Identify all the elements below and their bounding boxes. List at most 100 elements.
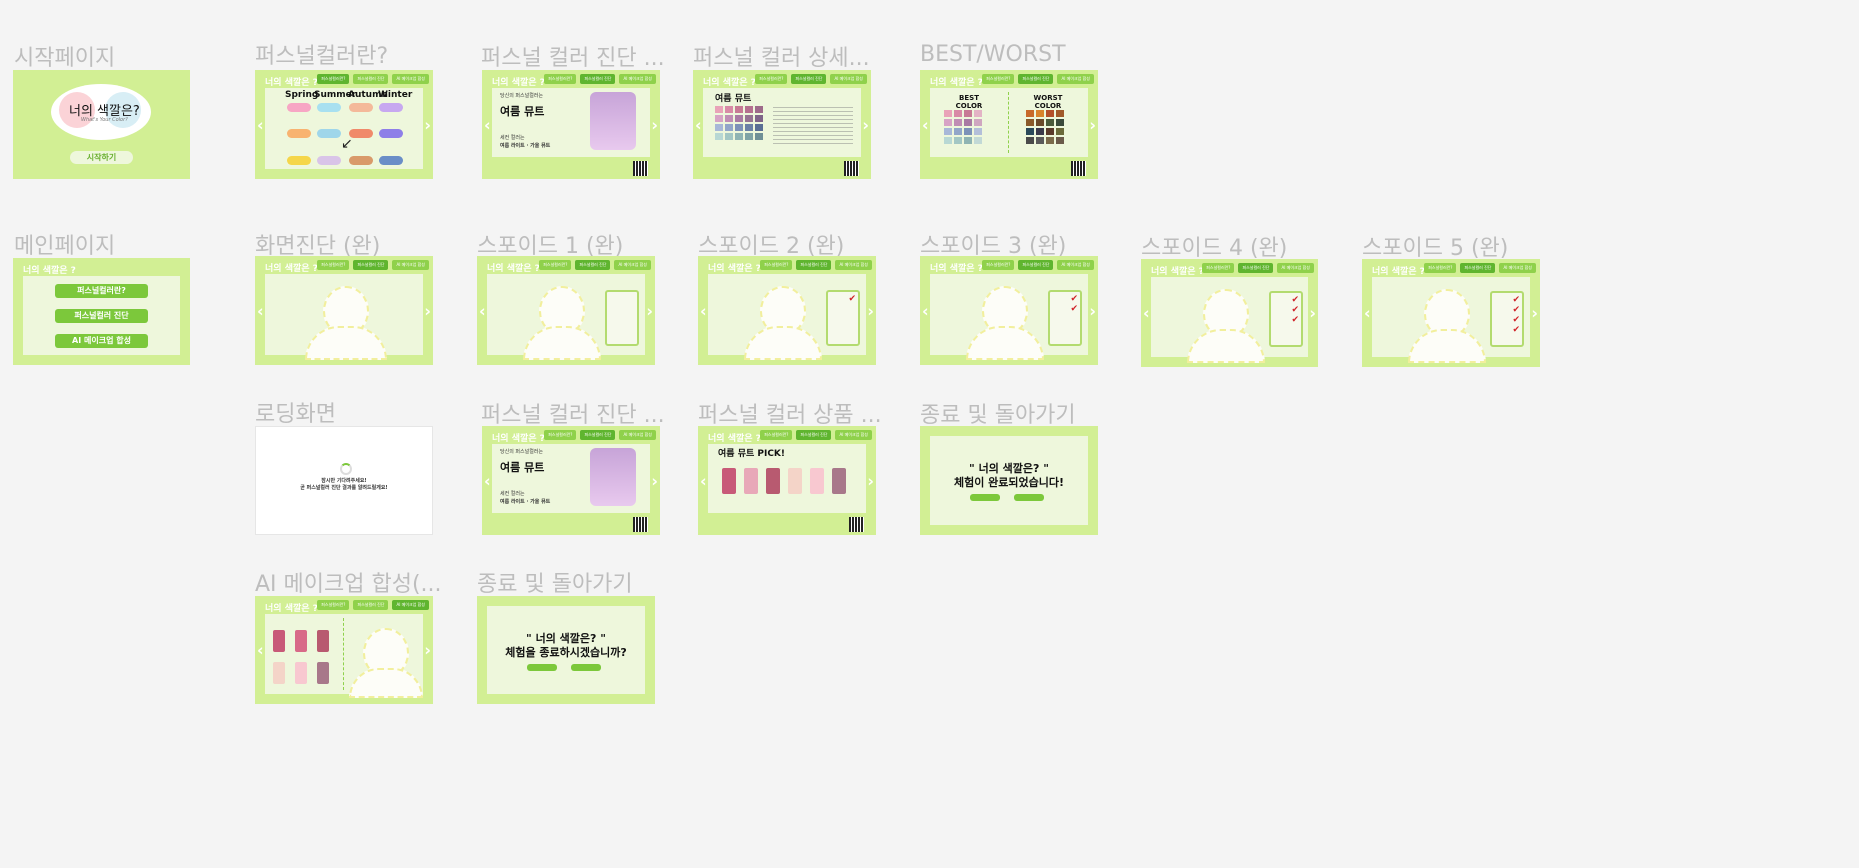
product-item[interactable]: [273, 662, 285, 684]
tab-diag[interactable]: 퍼스널컬러 진단: [796, 260, 832, 270]
product-item[interactable]: [295, 662, 307, 684]
tab-ai[interactable]: AI 메이크업 합성: [1057, 74, 1094, 84]
tab-what[interactable]: 퍼스널컬러란?: [544, 74, 577, 84]
no-button[interactable]: [571, 664, 601, 671]
tab-what[interactable]: 퍼스널컬러란?: [760, 430, 793, 440]
frame-spoid-3[interactable]: 너의 색깔은 ? 퍼스널컬러란? 퍼스널컬러 진단 AI 메이크업 합성 ✔ ✔ ‹ ›: [920, 256, 1098, 365]
next-arrow-icon[interactable]: ›: [424, 115, 431, 134]
tab-ai[interactable]: AI 메이크업 합성: [392, 600, 429, 610]
personal-color-button[interactable]: 퍼스널컬러란?: [55, 284, 148, 298]
product-item[interactable]: [788, 468, 802, 494]
frame-main-page[interactable]: 너의 색깔은 ? 퍼스널컬러란? 퍼스널컬러 진단 AI 메이크업 합성: [13, 258, 190, 365]
tab-what[interactable]: 퍼스널컬러란?: [317, 74, 350, 84]
tab-what[interactable]: 퍼스널컬러란?: [539, 260, 572, 270]
ai-makeup-button[interactable]: AI 메이크업 합성: [55, 334, 148, 348]
tab-diag[interactable]: 퍼스널컬러 진단: [791, 74, 827, 84]
product-item[interactable]: [317, 662, 329, 684]
next-arrow-icon[interactable]: ›: [646, 301, 653, 320]
frame-personal-color[interactable]: 너의 색깔은 ? 퍼스널컬러란? 퍼스널컬러 진단 AI 메이크업 합성 Sprin…: [255, 70, 433, 179]
next-arrow-icon[interactable]: ›: [1309, 304, 1316, 323]
prev-arrow-icon[interactable]: ‹: [484, 471, 491, 490]
exit-button[interactable]: [1014, 494, 1044, 501]
product-item[interactable]: [744, 468, 758, 494]
prev-arrow-icon[interactable]: ‹: [700, 301, 707, 320]
next-arrow-icon[interactable]: ›: [1089, 301, 1096, 320]
tab-ai[interactable]: AI 메이크업 합성: [835, 260, 872, 270]
tab-diag[interactable]: 퍼스널컬러 진단: [353, 600, 389, 610]
tab-diag[interactable]: 퍼스널컬러 진단: [575, 260, 611, 270]
tab-diag[interactable]: 퍼스널컬러 진단: [796, 430, 832, 440]
product-item[interactable]: [810, 468, 824, 494]
tab-ai[interactable]: AI 메이크업 합성: [830, 74, 867, 84]
frame-spoid-4[interactable]: 너의 색깔은 ? 퍼스널컬러란? 퍼스널컬러 진단 AI 메이크업 합성 ✔ ✔ ✔ ‹…: [1141, 259, 1318, 367]
tab-ai[interactable]: AI 메이크업 합성: [392, 74, 429, 84]
tab-diag[interactable]: 퍼스널컬러 진단: [353, 260, 389, 270]
start-button[interactable]: 시작하기: [70, 151, 133, 164]
prev-arrow-icon[interactable]: ‹: [257, 301, 264, 320]
next-arrow-icon[interactable]: ›: [651, 471, 658, 490]
frame-spoid-2[interactable]: 너의 색깔은 ? 퍼스널컬러란? 퍼스널컬러 진단 AI 메이크업 합성 ✔ ‹ ›: [698, 256, 876, 365]
prev-arrow-icon[interactable]: ‹: [479, 301, 486, 320]
prev-arrow-icon[interactable]: ‹: [1143, 304, 1150, 323]
frame-end-2[interactable]: " 너의 색깔은? " 체험을 종료하시겠습니까?: [477, 596, 655, 704]
frame-best-worst[interactable]: 너의 색깔은 ? 퍼스널컬러란? 퍼스널컬러 진단 AI 메이크업 합성 BEST …: [920, 70, 1098, 179]
tab-diag[interactable]: 퍼스널컬러 진단: [1460, 263, 1496, 273]
frame-ai-makeup[interactable]: 너의 색깔은 ? 퍼스널컬러란? 퍼스널컬러 진단 AI 메이크업 합성 ‹ ›: [255, 596, 433, 704]
tab-ai[interactable]: AI 메이크업 합성: [835, 430, 872, 440]
tab-what[interactable]: 퍼스널컬러란?: [982, 74, 1015, 84]
prev-arrow-icon[interactable]: ‹: [257, 641, 264, 660]
yes-button[interactable]: [527, 664, 557, 671]
tab-ai[interactable]: AI 메이크업 합성: [1057, 260, 1094, 270]
diagnosis-button[interactable]: 퍼스널컬러 진단: [55, 309, 148, 323]
next-arrow-icon[interactable]: ›: [867, 471, 874, 490]
next-arrow-icon[interactable]: ›: [1531, 304, 1538, 323]
tab-ai[interactable]: AI 메이크업 합성: [614, 260, 651, 270]
tab-ai[interactable]: AI 메이크업 합성: [1499, 263, 1536, 273]
tab-diag[interactable]: 퍼스널컬러 진단: [1238, 263, 1274, 273]
prev-arrow-icon[interactable]: ‹: [922, 115, 929, 134]
tab-what[interactable]: 퍼스널컬러란?: [1202, 263, 1235, 273]
tab-what[interactable]: 퍼스널컬러란?: [982, 260, 1015, 270]
next-arrow-icon[interactable]: ›: [424, 301, 431, 320]
frame-start-page[interactable]: 너의 색깔은? What's Your Color? 시작하기: [13, 70, 190, 179]
tab-what[interactable]: 퍼스널컬러란?: [1424, 263, 1457, 273]
tab-ai[interactable]: AI 메이크업 합성: [619, 74, 656, 84]
tab-what[interactable]: 퍼스널컬러란?: [544, 430, 577, 440]
product-item[interactable]: [766, 468, 780, 494]
tab-diag[interactable]: 퍼스널컬러 진단: [353, 74, 389, 84]
next-arrow-icon[interactable]: ›: [1089, 115, 1096, 134]
tab-ai[interactable]: AI 메이크업 합성: [392, 260, 429, 270]
product-item[interactable]: [295, 630, 307, 652]
frame-product[interactable]: 너의 색깔은 ? 퍼스널컬러란? 퍼스널컬러 진단 AI 메이크업 합성 여름 뮤트…: [698, 426, 876, 535]
product-item[interactable]: [317, 630, 329, 652]
tab-what[interactable]: 퍼스널컬러란?: [760, 260, 793, 270]
tab-diag[interactable]: 퍼스널컬러 진단: [580, 430, 616, 440]
prev-arrow-icon[interactable]: ‹: [1364, 304, 1371, 323]
prev-arrow-icon[interactable]: ‹: [695, 115, 702, 134]
tab-what[interactable]: 퍼스널컬러란?: [755, 74, 788, 84]
frame-spoid-1[interactable]: 너의 색깔은 ? 퍼스널컬러란? 퍼스널컬러 진단 AI 메이크업 합성 ‹ ›: [477, 256, 655, 365]
prev-arrow-icon[interactable]: ‹: [922, 301, 929, 320]
tab-diag[interactable]: 퍼스널컬러 진단: [580, 74, 616, 84]
next-arrow-icon[interactable]: ›: [651, 115, 658, 134]
product-item[interactable]: [273, 630, 285, 652]
frame-spoid-5[interactable]: 너의 색깔은 ? 퍼스널컬러란? 퍼스널컬러 진단 AI 메이크업 합성 ✔ ✔ ✔ ✔ …: [1362, 259, 1540, 367]
tab-ai[interactable]: AI 메이크업 합성: [1277, 263, 1314, 273]
prev-arrow-icon[interactable]: ‹: [257, 115, 264, 134]
restart-button[interactable]: [970, 494, 1000, 501]
prev-arrow-icon[interactable]: ‹: [700, 471, 707, 490]
frame-diagnosis-1[interactable]: 너의 색깔은 ? 퍼스널컬러란? 퍼스널컬러 진단 AI 메이크업 합성 당신의 퍼…: [482, 70, 660, 179]
frame-diagnosis-2[interactable]: 너의 색깔은 ? 퍼스널컬러란? 퍼스널컬러 진단 AI 메이크업 합성 당신의 퍼…: [482, 426, 660, 535]
product-item[interactable]: [722, 468, 736, 494]
frame-detail[interactable]: 너의 색깔은 ? 퍼스널컬러란? 퍼스널컬러 진단 AI 메이크업 합성 여름 뮤트…: [693, 70, 871, 179]
product-item[interactable]: [832, 468, 846, 494]
tab-what[interactable]: 퍼스널컬러란?: [317, 600, 350, 610]
tab-diag[interactable]: 퍼스널컬러 진단: [1018, 74, 1054, 84]
next-arrow-icon[interactable]: ›: [424, 641, 431, 660]
next-arrow-icon[interactable]: ›: [867, 301, 874, 320]
tab-ai[interactable]: AI 메이크업 합성: [619, 430, 656, 440]
frame-screen-diagnosis[interactable]: 너의 색깔은 ? 퍼스널컬러란? 퍼스널컬러 진단 AI 메이크업 합성 ‹ ›: [255, 256, 433, 365]
frame-end-1[interactable]: " 너의 색깔은? " 체험이 완료되었습니다!: [920, 426, 1098, 535]
next-arrow-icon[interactable]: ›: [862, 115, 869, 134]
tab-what[interactable]: 퍼스널컬러란?: [317, 260, 350, 270]
